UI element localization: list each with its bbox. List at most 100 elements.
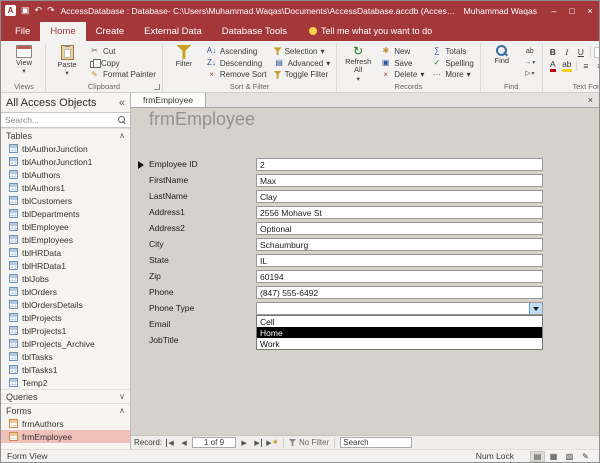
- nav-search-box[interactable]: [1, 112, 130, 128]
- nav-table-item[interactable]: tblOrders: [1, 285, 130, 298]
- field-input[interactable]: 2556 Mohave St: [256, 206, 543, 219]
- delete-record-button[interactable]: × Delete ▾: [378, 69, 426, 80]
- section-tables[interactable]: Tables ∧: [1, 128, 130, 142]
- tab-database-tools[interactable]: Database Tools: [212, 22, 297, 41]
- field-input[interactable]: [256, 302, 543, 315]
- nav-table-item[interactable]: tblHRData1: [1, 259, 130, 272]
- nav-table-item[interactable]: tblEmployees: [1, 233, 130, 246]
- section-queries[interactable]: Queries ∨: [1, 389, 130, 403]
- minimize-button[interactable]: –: [545, 1, 563, 20]
- tab-external-data[interactable]: External Data: [134, 22, 212, 41]
- nav-table-item[interactable]: tblTasks: [1, 350, 130, 363]
- nav-table-item[interactable]: tblJobs: [1, 272, 130, 285]
- nav-table-item[interactable]: tblAuthors: [1, 168, 130, 181]
- field-input[interactable]: Max: [256, 174, 543, 187]
- selection-button[interactable]: Selection ▾: [272, 46, 333, 57]
- paste-button[interactable]: Paste ▾: [50, 44, 84, 80]
- tab-home[interactable]: Home: [40, 22, 85, 41]
- tab-file[interactable]: File: [5, 22, 40, 41]
- search-input[interactable]: [5, 115, 95, 125]
- save-icon[interactable]: ▣: [21, 5, 30, 16]
- new-blank-record-button[interactable]: ▶ ✱: [266, 437, 278, 448]
- nav-table-item[interactable]: tblProjects: [1, 311, 130, 324]
- nav-form-item[interactable]: frmAuthors: [1, 417, 130, 430]
- field-input[interactable]: (847) 555-6492: [256, 286, 543, 299]
- field-input[interactable]: Optional: [256, 222, 543, 235]
- nav-table-item[interactable]: tblOrdersDetails: [1, 298, 130, 311]
- nav-table-item[interactable]: tblDepartments: [1, 207, 130, 220]
- search-icon[interactable]: [118, 116, 126, 124]
- record-search-box[interactable]: [340, 437, 412, 448]
- view-button[interactable]: View ▾: [7, 44, 41, 80]
- nav-table-item[interactable]: Temp2: [1, 376, 130, 389]
- filter-status[interactable]: No Filter: [289, 438, 329, 447]
- datasheet-view-button[interactable]: ▦: [546, 451, 561, 462]
- nav-form-item[interactable]: frmEmployee: [1, 430, 130, 443]
- remove-sort-button[interactable]: × Remove Sort: [204, 69, 269, 80]
- font-combo[interactable]: ▾: [594, 47, 600, 58]
- first-record-button[interactable]: ◀: [164, 437, 176, 448]
- filter-button[interactable]: Filter: [167, 44, 201, 80]
- maximize-button[interactable]: □: [563, 1, 581, 20]
- record-selector-icon[interactable]: [138, 161, 144, 169]
- advanced-button[interactable]: ▤ Advanced ▾: [272, 58, 333, 69]
- replace-button[interactable]: ab: [522, 46, 538, 56]
- last-record-button[interactable]: ▶: [252, 437, 264, 448]
- redo-icon[interactable]: ↷: [47, 5, 55, 16]
- dropdown-option[interactable]: Home: [257, 327, 542, 338]
- field-input[interactable]: IL: [256, 254, 543, 267]
- toggle-filter-button[interactable]: Toggle Filter: [272, 69, 333, 80]
- close-document-icon[interactable]: ×: [582, 93, 599, 107]
- combo-dropdown-button[interactable]: [529, 303, 542, 314]
- nav-table-item[interactable]: tblAuthorJunction: [1, 142, 130, 155]
- spelling-button[interactable]: ✓ Spelling: [429, 58, 475, 69]
- record-position-box[interactable]: 1 of 9: [192, 437, 236, 448]
- nav-table-item[interactable]: tblAuthorJunction1: [1, 155, 130, 168]
- layout-view-button[interactable]: ▧: [562, 451, 577, 462]
- form-view-button[interactable]: ▤: [530, 451, 545, 462]
- nav-table-item[interactable]: tblProjects_Archive: [1, 337, 130, 350]
- go-to-button[interactable]: → ▾: [522, 57, 538, 67]
- align-center-button[interactable]: ≡: [594, 61, 600, 72]
- totals-button[interactable]: ∑ Totals: [429, 46, 475, 57]
- copy-button[interactable]: Copy: [87, 58, 158, 69]
- highlight-color-button[interactable]: ab: [561, 61, 573, 72]
- document-tab-frmemployee[interactable]: frmEmployee: [131, 93, 206, 107]
- nav-table-item[interactable]: tblAuthors1: [1, 181, 130, 194]
- ascending-button[interactable]: A↓ Ascending: [204, 46, 269, 57]
- italic-button[interactable]: I: [561, 47, 573, 58]
- new-record-button[interactable]: ✱ New: [378, 46, 426, 57]
- cut-button[interactable]: ✂ Cut: [87, 46, 158, 57]
- font-color-button[interactable]: A: [547, 61, 559, 72]
- descending-button[interactable]: Z↓ Descending: [204, 58, 269, 69]
- find-button[interactable]: Find: [485, 44, 519, 80]
- align-left-button[interactable]: ≡: [580, 61, 592, 72]
- record-search-input[interactable]: [343, 438, 409, 447]
- refresh-all-button[interactable]: ↻ Refresh All ▾: [341, 44, 375, 80]
- bold-button[interactable]: B: [547, 47, 559, 58]
- dropdown-option[interactable]: Cell: [257, 316, 542, 327]
- dropdown-option[interactable]: Work: [257, 338, 542, 349]
- tell-me-box[interactable]: Tell me what you want to do: [309, 26, 432, 41]
- nav-table-item[interactable]: tblCustomers: [1, 194, 130, 207]
- signed-in-user[interactable]: Muhammad Waqas: [464, 6, 537, 16]
- close-button[interactable]: ×: [581, 1, 599, 20]
- undo-icon[interactable]: ↶: [35, 5, 43, 16]
- more-button[interactable]: ⋯ More ▾: [429, 69, 475, 80]
- nav-table-item[interactable]: tblTasks1: [1, 363, 130, 376]
- field-input[interactable]: 60194: [256, 270, 543, 283]
- next-record-button[interactable]: ▶: [238, 437, 250, 448]
- field-input[interactable]: Schaumburg: [256, 238, 543, 251]
- previous-record-button[interactable]: ◀: [178, 437, 190, 448]
- section-forms[interactable]: Forms ∧: [1, 403, 130, 417]
- collapse-pane-icon[interactable]: «: [119, 97, 125, 109]
- design-view-button[interactable]: ✎: [578, 451, 593, 462]
- field-input[interactable]: 2: [256, 158, 543, 171]
- save-record-button[interactable]: ▣ Save: [378, 58, 426, 69]
- nav-table-item[interactable]: tblProjects1: [1, 324, 130, 337]
- nav-table-item[interactable]: tblHRData: [1, 246, 130, 259]
- tab-create[interactable]: Create: [86, 22, 135, 41]
- underline-button[interactable]: U: [575, 47, 587, 58]
- format-painter-button[interactable]: ✎ Format Painter: [87, 69, 158, 80]
- nav-table-item[interactable]: tblEmployee: [1, 220, 130, 233]
